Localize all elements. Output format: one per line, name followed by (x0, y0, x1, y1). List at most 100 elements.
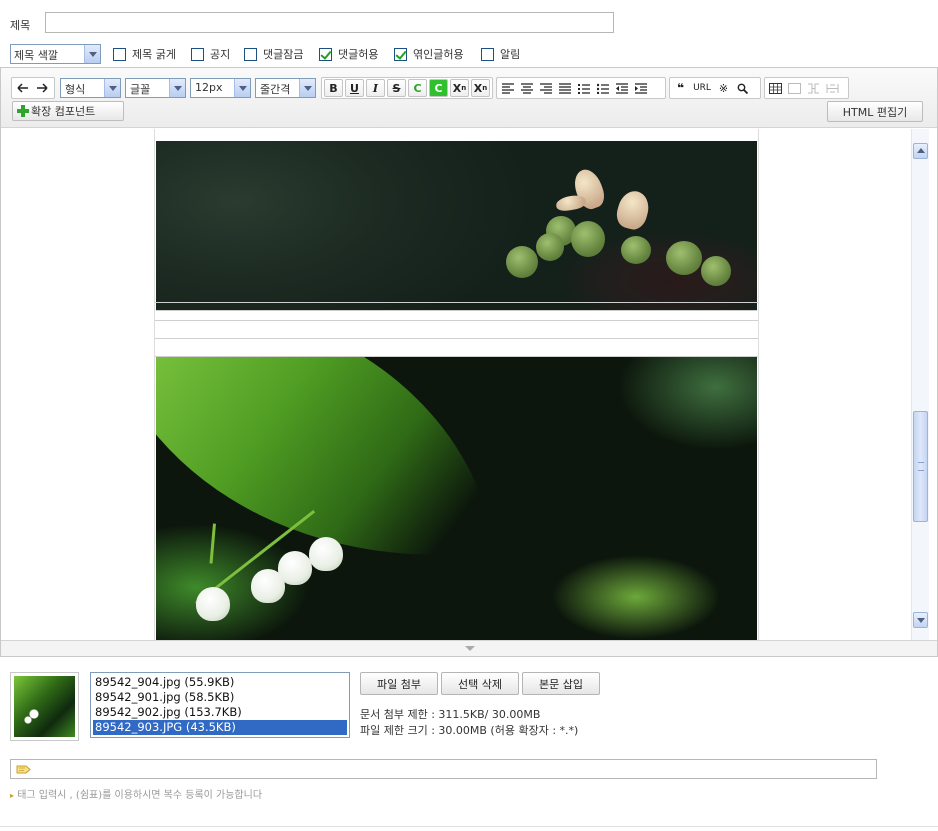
scroll-up-arrow-icon[interactable] (913, 143, 928, 159)
editor-resize-handle[interactable] (1, 640, 937, 656)
rich-text-editor: 형식 글꼴 12px 줄간격 B U I S C C Xn Xn ❝ URL ※… (0, 67, 938, 657)
outdent-icon[interactable] (612, 79, 631, 97)
unordered-list-icon[interactable] (593, 79, 612, 97)
format-select-value: 형식 (65, 83, 86, 96)
html-editor-label: HTML 편집기 (842, 105, 908, 119)
flower-bell (251, 569, 285, 603)
arrow-right-icon[interactable] (32, 79, 51, 97)
checkbox-checked[interactable] (394, 47, 407, 61)
file-size-limit: 파일 제한 크기 : 30.00MB (허용 확장자 : *.*) (360, 724, 579, 737)
checkbox[interactable] (191, 47, 204, 61)
orchid-petal (555, 193, 587, 213)
editor-toolbar: 형식 글꼴 12px 줄간격 B U I S C C Xn Xn ❝ URL ※… (1, 68, 937, 128)
tag-input-hint: ▸ 태그 입력시 , (쉼표)를 이용하시면 복수 등록이 가능합니다 (10, 786, 262, 801)
special-char-icon[interactable]: ※ (714, 79, 733, 97)
option-comment-lock[interactable]: 댓글잠금 (244, 47, 303, 61)
subscript-button[interactable]: Xn (471, 79, 490, 97)
leaf-shape (536, 233, 564, 261)
text-style-group: B U I S C C Xn Xn (321, 77, 493, 99)
history-group (11, 77, 55, 99)
line-height-select[interactable]: 줄간격 (255, 78, 316, 98)
font-size-select-value: 12px (195, 81, 223, 94)
table-split-icon[interactable] (823, 79, 842, 97)
indent-icon[interactable] (631, 79, 650, 97)
editor-content[interactable] (1, 129, 937, 640)
table-merge-icon[interactable] (804, 79, 823, 97)
font-size-select[interactable]: 12px (190, 78, 251, 98)
leaf-shape (571, 221, 605, 257)
insert-into-body-button[interactable]: 본문 삽입 (522, 672, 600, 695)
search-icon[interactable] (733, 79, 752, 97)
align-justify-icon[interactable] (555, 79, 574, 97)
bold-button[interactable]: B (324, 79, 343, 97)
title-color-select[interactable]: 제목 색깔 (10, 44, 101, 64)
content-image-lily-of-the-valley[interactable] (156, 357, 757, 640)
format-select[interactable]: 형식 (60, 78, 121, 98)
html-editor-button[interactable]: HTML 편집기 (827, 101, 923, 122)
option-allow-comments[interactable]: 댓글허용 (319, 47, 378, 61)
document-attach-limit: 문서 첨부 제한 : 311.5KB/ 30.00MB (360, 708, 541, 721)
superscript-button[interactable]: Xn (450, 79, 469, 97)
option-label: 엮인글허용 (413, 48, 464, 61)
font-color-button[interactable]: C (408, 79, 427, 97)
scrollbar-thumb[interactable] (913, 411, 928, 522)
table-icon[interactable] (766, 79, 785, 97)
chevron-down-icon (299, 79, 315, 97)
option-allow-trackback[interactable]: 엮인글허용 (394, 47, 464, 61)
quote-icon[interactable]: ❝ (671, 79, 690, 97)
leaf-shape (666, 241, 702, 275)
content-image-orchid[interactable] (156, 141, 757, 311)
option-label: 댓글잠금 (263, 48, 304, 61)
flower-bell (196, 587, 230, 621)
background-color-button[interactable]: C (429, 79, 448, 97)
arrow-left-icon[interactable] (13, 79, 32, 97)
attach-file-button[interactable]: 파일 첨부 (360, 672, 438, 695)
table-border (155, 338, 758, 339)
align-right-icon[interactable] (536, 79, 555, 97)
table-cell-icon[interactable] (785, 79, 804, 97)
vertical-scrollbar[interactable] (911, 129, 929, 640)
font-select-value: 글꼴 (130, 83, 151, 96)
option-label: 알림 (500, 48, 521, 61)
plus-icon (17, 105, 29, 117)
table-group (764, 77, 849, 99)
option-notify[interactable]: 알림 (481, 47, 520, 61)
align-center-icon[interactable] (517, 79, 536, 97)
checkbox[interactable] (481, 47, 494, 61)
file-list-item[interactable]: 89542_904.jpg (55.9KB) (93, 675, 347, 690)
extend-component-label: 확장 컴포넌트 (31, 105, 96, 118)
align-left-icon[interactable] (498, 79, 517, 97)
checkbox-checked[interactable] (319, 47, 332, 61)
leaf-shape (506, 246, 538, 278)
ordered-list-icon[interactable] (574, 79, 593, 97)
scroll-down-arrow-icon[interactable] (913, 612, 928, 628)
table-border (155, 320, 758, 321)
subscript-label: X (473, 81, 483, 95)
strikethrough-button[interactable]: S (387, 79, 406, 97)
line-height-select-value: 줄간격 (260, 83, 291, 96)
title-input[interactable] (45, 12, 614, 33)
file-list-item[interactable]: 89542_902.jpg (153.7KB) (93, 705, 347, 720)
insert-group: ❝ URL ※ (669, 77, 761, 99)
checkbox[interactable] (244, 47, 257, 61)
pencil-icon (16, 764, 32, 775)
option-title-bold[interactable]: 제목 굵게 (113, 47, 176, 61)
url-button[interactable]: URL (690, 79, 714, 97)
checkbox[interactable] (113, 47, 126, 61)
delete-selected-button[interactable]: 선택 삭제 (441, 672, 519, 695)
bullet-icon: ▸ (10, 791, 15, 800)
attachment-file-list[interactable]: 89542_904.jpg (55.9KB) 89542_901.jpg (58… (90, 672, 350, 738)
file-list-item[interactable]: 89542_901.jpg (58.5KB) (93, 690, 347, 705)
tag-input[interactable] (10, 759, 877, 779)
orchid-petal (613, 187, 653, 233)
alignment-group (496, 77, 666, 99)
option-notice[interactable]: 공지 (191, 47, 230, 61)
italic-button[interactable]: I (366, 79, 385, 97)
title-color-select-value: 제목 색깔 (14, 49, 58, 62)
divider (0, 826, 938, 827)
underline-button[interactable]: U (345, 79, 364, 97)
file-list-item-selected[interactable]: 89542_903.JPG (43.5KB) (93, 720, 347, 735)
font-select[interactable]: 글꼴 (125, 78, 186, 98)
extend-component-button[interactable]: 확장 컴포넌트 (12, 101, 124, 121)
document-body[interactable] (154, 129, 759, 640)
